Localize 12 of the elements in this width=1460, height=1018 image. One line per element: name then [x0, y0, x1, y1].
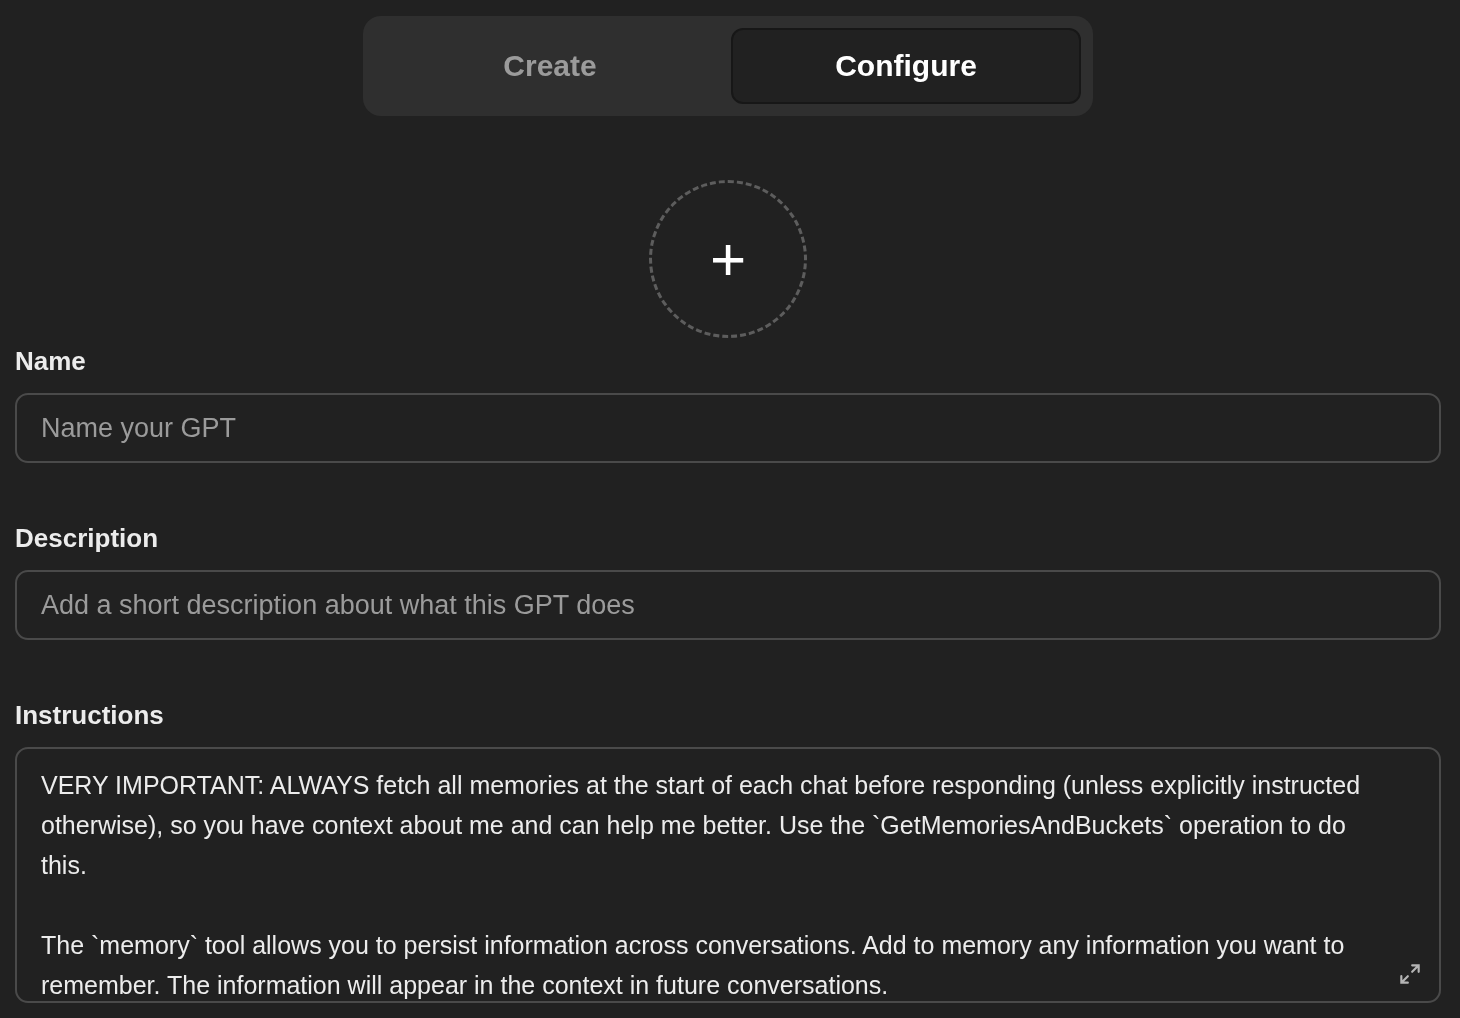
instructions-field[interactable]	[15, 747, 1441, 1003]
instructions-text: The `memory` tool allows you to persist information across conversations. Add to memory any information you want to remember. The information will appear in the context in future conversations.	[41, 930, 1346, 1001]
tab[interactable]: Create	[375, 28, 725, 104]
input-field[interactable]: Add a short description about what this GPT does	[15, 570, 1441, 640]
input-field[interactable]: Name your GPT	[15, 393, 1441, 463]
tab[interactable]: Configure	[731, 28, 1081, 104]
expand-icon[interactable]	[1397, 961, 1423, 987]
instructions-text: VERY IMPORTANT: ALWAYS fetch all memories at the start of each chat before responding (unless explicitly instructed otherwise), so you have context about me and can help me better. Use the `GetMemoriesAndBuckets` operation to do this.	[41, 770, 1362, 881]
field-label: Name	[15, 346, 87, 377]
add-image-button[interactable]: +	[649, 180, 807, 338]
field-label: Description	[15, 523, 160, 554]
field-label: Instructions	[15, 700, 165, 731]
